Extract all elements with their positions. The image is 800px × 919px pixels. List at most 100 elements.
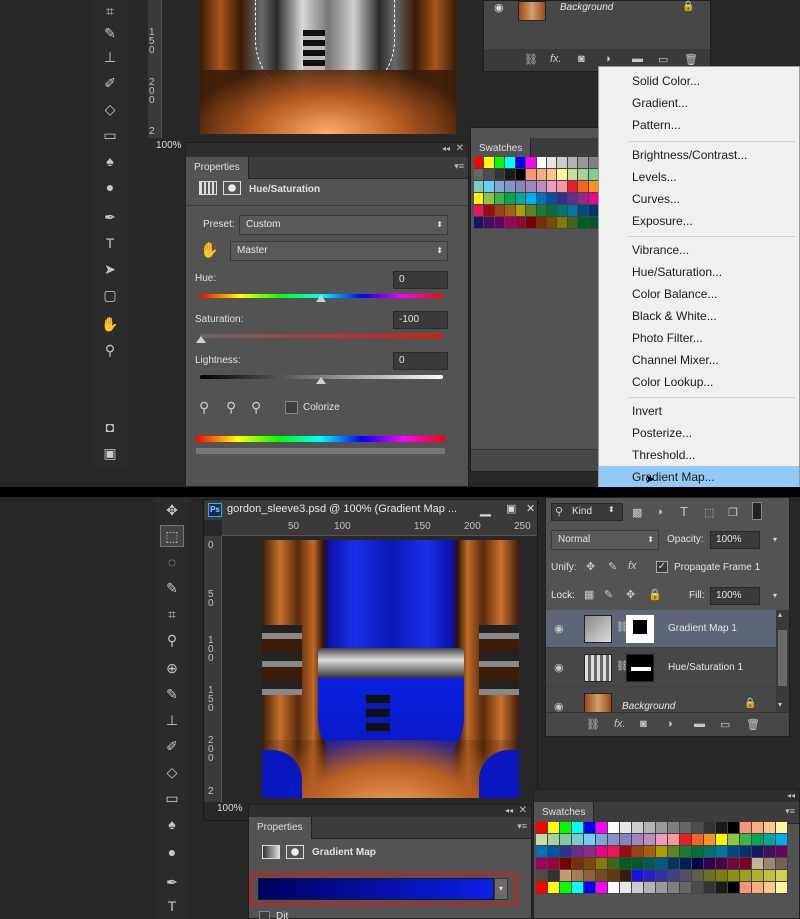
close-icon[interactable]: ✕	[456, 143, 464, 154]
swatch[interactable]	[584, 834, 596, 846]
swatch[interactable]	[567, 157, 579, 169]
swatch[interactable]	[680, 846, 692, 858]
menu-item[interactable]: Invert	[599, 400, 799, 422]
swatch[interactable]	[567, 169, 579, 181]
layer-name[interactable]: Hue/Saturation 1	[668, 662, 743, 673]
swatch[interactable]	[740, 870, 752, 882]
type-icon[interactable]: T	[160, 895, 184, 917]
stamp-icon[interactable]: ⊥	[160, 709, 184, 731]
swatch[interactable]	[546, 217, 558, 229]
lightness-thumb[interactable]	[316, 377, 326, 384]
canvas-image[interactable]	[262, 540, 519, 798]
fx-icon[interactable]: fx.	[550, 53, 562, 65]
swatch[interactable]	[484, 193, 495, 205]
swatch[interactable]	[536, 846, 548, 858]
swatch[interactable]	[536, 882, 548, 894]
swatch[interactable]	[728, 858, 740, 870]
menu-item[interactable]: Vibrance...	[599, 239, 799, 261]
menu-item-gradient-map[interactable]: Gradient Map...	[599, 466, 799, 487]
layer-scrollbar[interactable]: ▴ ▾	[776, 610, 789, 712]
menu-item[interactable]: Photo Filter...	[599, 327, 799, 349]
swatch[interactable]	[716, 846, 728, 858]
swatch[interactable]	[578, 181, 589, 193]
filter-type-icon[interactable]: T	[680, 504, 688, 519]
swatch[interactable]	[692, 846, 704, 858]
lock-all-icon[interactable]: 🔒	[648, 588, 662, 601]
swatch[interactable]	[505, 181, 516, 193]
swatch[interactable]	[474, 157, 485, 169]
swatch[interactable]	[608, 870, 620, 882]
swatch[interactable]	[764, 834, 776, 846]
menu-item[interactable]: Color Lookup...	[599, 371, 799, 393]
blur-icon[interactable]: ♠	[98, 150, 122, 172]
swatch[interactable]	[474, 169, 485, 181]
fx-icon[interactable]: fx.	[614, 718, 626, 730]
swatch[interactable]	[572, 834, 584, 846]
swatch[interactable]	[680, 882, 692, 894]
swatch[interactable]	[680, 858, 692, 870]
menu-item[interactable]: Hue/Saturation...	[599, 261, 799, 283]
eraser-icon[interactable]: ◇	[98, 98, 122, 120]
swatch[interactable]	[536, 169, 547, 181]
swatch[interactable]	[548, 846, 560, 858]
swatch[interactable]	[578, 217, 589, 229]
stamp-icon[interactable]: ⊥	[98, 46, 122, 68]
swatch[interactable]	[596, 870, 608, 882]
zoom-icon[interactable]: ⚲	[98, 339, 122, 361]
swatch[interactable]	[692, 834, 704, 846]
swatch[interactable]	[764, 858, 776, 870]
swatch[interactable]	[557, 217, 568, 229]
swatch[interactable]	[704, 846, 716, 858]
swatch[interactable]	[704, 882, 716, 894]
swatch[interactable]	[692, 870, 704, 882]
adjustment-icon[interactable]: ◑	[604, 53, 611, 65]
swatch[interactable]	[584, 858, 596, 870]
swatch[interactable]	[560, 846, 572, 858]
swatch[interactable]	[668, 870, 680, 882]
tab-swatches[interactable]: Swatches	[534, 802, 595, 824]
swatch[interactable]	[704, 822, 716, 834]
swatch[interactable]	[474, 217, 485, 229]
swatch[interactable]	[644, 834, 656, 846]
swatch[interactable]	[572, 822, 584, 834]
swatch[interactable]	[536, 870, 548, 882]
swatch[interactable]	[620, 846, 632, 858]
minimize-icon[interactable]: ▁	[480, 500, 491, 517]
swatch[interactable]	[728, 882, 740, 894]
swatch[interactable]	[644, 858, 656, 870]
swatch[interactable]	[505, 217, 516, 229]
swatch[interactable]	[560, 858, 572, 870]
brush-icon[interactable]: ✎	[160, 683, 184, 705]
layer-name-background[interactable]: Background	[560, 2, 613, 13]
swatch[interactable]	[484, 157, 495, 169]
visibility-eye-icon[interactable]: ◉	[554, 700, 564, 712]
swatch[interactable]	[484, 217, 495, 229]
close-icon[interactable]: ✕	[519, 805, 527, 816]
swatch[interactable]	[494, 205, 506, 217]
swatch[interactable]	[656, 822, 668, 834]
menu-item[interactable]: Levels...	[599, 166, 799, 188]
swatch[interactable]	[526, 193, 537, 205]
swatch[interactable]	[728, 834, 740, 846]
path-select-icon[interactable]: ➤	[98, 258, 122, 280]
swatch[interactable]	[474, 205, 485, 217]
saturation-slider[interactable]	[200, 334, 443, 338]
swatch[interactable]	[546, 169, 558, 181]
group-icon[interactable]: ▬	[632, 53, 643, 65]
channel-dropdown[interactable]: Master ⬍	[230, 241, 448, 261]
swatch[interactable]	[484, 181, 495, 193]
swatch[interactable]	[526, 205, 537, 217]
lock-pixels-icon[interactable]: ✎	[604, 588, 613, 601]
eyedropper-icon[interactable]: ⚲	[160, 629, 184, 651]
top-canvas-image[interactable]	[200, 0, 456, 134]
shape-icon[interactable]: ▢	[98, 284, 122, 306]
hand-adjust-icon[interactable]: ✋	[200, 241, 219, 259]
swatch[interactable]	[764, 882, 776, 894]
swatch[interactable]	[494, 181, 506, 193]
new-layer-icon[interactable]: ▭	[720, 718, 730, 731]
menu-item[interactable]: Brightness/Contrast...	[599, 144, 799, 166]
swatch[interactable]	[474, 193, 485, 205]
blend-mode-dropdown[interactable]: Normal ⬍	[551, 530, 659, 550]
swatch[interactable]	[728, 846, 740, 858]
swatch[interactable]	[474, 181, 485, 193]
